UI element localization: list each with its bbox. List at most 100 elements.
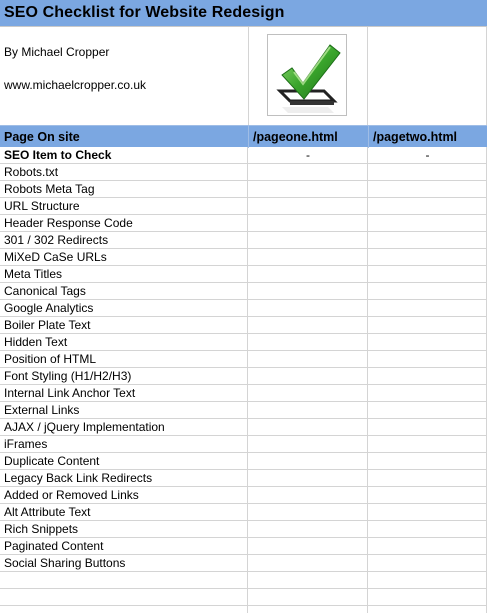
item-label-cell[interactable]: Header Response Code bbox=[0, 215, 248, 232]
pageone-cell[interactable] bbox=[248, 181, 368, 198]
header-page-on-site[interactable]: Page On site bbox=[0, 126, 248, 148]
item-label-cell[interactable]: Canonical Tags bbox=[0, 283, 248, 300]
table-row: Position of HTML bbox=[0, 351, 487, 368]
pageone-cell[interactable] bbox=[248, 215, 368, 232]
pagetwo-cell[interactable] bbox=[368, 453, 487, 470]
pagetwo-cell[interactable] bbox=[368, 589, 487, 606]
pageone-cell[interactable] bbox=[248, 402, 368, 419]
pagetwo-cell[interactable] bbox=[368, 436, 487, 453]
table-row: AJAX / jQuery Implementation bbox=[0, 419, 487, 436]
pagetwo-cell[interactable] bbox=[368, 164, 487, 181]
item-label-cell[interactable]: Robots.txt bbox=[0, 164, 248, 181]
pageone-cell[interactable] bbox=[248, 368, 368, 385]
pageone-cell[interactable] bbox=[248, 317, 368, 334]
pagetwo-cell[interactable] bbox=[368, 215, 487, 232]
item-label-cell[interactable] bbox=[0, 572, 248, 589]
pageone-cell[interactable] bbox=[248, 453, 368, 470]
item-label-cell[interactable]: iFrames bbox=[0, 436, 248, 453]
pageone-cell[interactable] bbox=[248, 283, 368, 300]
table-row: URL Structure bbox=[0, 198, 487, 215]
item-label-cell[interactable]: Internal Link Anchor Text bbox=[0, 385, 248, 402]
pagetwo-cell[interactable] bbox=[368, 487, 487, 504]
pagetwo-cell[interactable] bbox=[368, 283, 487, 300]
item-label-cell[interactable]: Alt Attribute Text bbox=[0, 504, 248, 521]
pageone-cell[interactable] bbox=[248, 538, 368, 555]
checkmark-logo[interactable] bbox=[267, 34, 347, 116]
item-label-cell[interactable]: URL Structure bbox=[0, 198, 248, 215]
pagetwo-cell[interactable] bbox=[368, 402, 487, 419]
pagetwo-cell[interactable] bbox=[368, 317, 487, 334]
pagetwo-cell[interactable] bbox=[368, 555, 487, 572]
pagetwo-cell[interactable] bbox=[368, 368, 487, 385]
pageone-cell[interactable] bbox=[248, 300, 368, 317]
pageone-cell[interactable] bbox=[248, 266, 368, 283]
pageone-cell[interactable] bbox=[248, 198, 368, 215]
pagetwo-cell[interactable] bbox=[368, 521, 487, 538]
pagetwo-cell[interactable] bbox=[368, 351, 487, 368]
pageone-cell[interactable] bbox=[248, 419, 368, 436]
pagetwo-cell[interactable] bbox=[368, 470, 487, 487]
item-label-cell[interactable]: AJAX / jQuery Implementation bbox=[0, 419, 248, 436]
table-row: Hidden Text bbox=[0, 334, 487, 351]
pageone-cell[interactable] bbox=[248, 351, 368, 368]
item-label-cell[interactable]: Google Analytics bbox=[0, 300, 248, 317]
item-label-cell[interactable]: Legacy Back Link Redirects bbox=[0, 470, 248, 487]
website-cell[interactable]: www.michaelcropper.co.uk bbox=[4, 78, 146, 92]
subheader-pageone[interactable]: - bbox=[248, 147, 368, 164]
item-label-cell[interactable]: Boiler Plate Text bbox=[0, 317, 248, 334]
table-row: Boiler Plate Text bbox=[0, 317, 487, 334]
item-label-cell[interactable]: Duplicate Content bbox=[0, 453, 248, 470]
pagetwo-cell[interactable] bbox=[368, 249, 487, 266]
subheader-label[interactable]: SEO Item to Check bbox=[0, 147, 248, 164]
item-label-cell[interactable] bbox=[0, 589, 248, 606]
header-pageone[interactable]: /pageone.html bbox=[248, 126, 368, 148]
pagetwo-cell[interactable] bbox=[368, 538, 487, 555]
item-label-cell[interactable]: MiXeD CaSe URLs bbox=[0, 249, 248, 266]
pagetwo-cell[interactable] bbox=[368, 300, 487, 317]
pagetwo-cell[interactable] bbox=[368, 385, 487, 402]
table-row: Legacy Back Link Redirects bbox=[0, 470, 487, 487]
pageone-cell[interactable] bbox=[248, 164, 368, 181]
author-cell[interactable]: By Michael Cropper bbox=[4, 45, 109, 59]
pageone-cell[interactable] bbox=[248, 436, 368, 453]
pageone-cell[interactable] bbox=[248, 232, 368, 249]
table-row: Robots.txt bbox=[0, 164, 487, 181]
pageone-cell[interactable] bbox=[248, 385, 368, 402]
pagetwo-cell[interactable] bbox=[368, 504, 487, 521]
pagetwo-cell[interactable] bbox=[368, 198, 487, 215]
pageone-cell[interactable] bbox=[248, 555, 368, 572]
item-label-cell[interactable]: Hidden Text bbox=[0, 334, 248, 351]
table-row: iFrames bbox=[0, 436, 487, 453]
pagetwo-cell[interactable] bbox=[368, 266, 487, 283]
table-row: Added or Removed Links bbox=[0, 487, 487, 504]
pagetwo-cell[interactable] bbox=[368, 334, 487, 351]
pagetwo-cell[interactable] bbox=[368, 181, 487, 198]
table-row: Social Sharing Buttons bbox=[0, 555, 487, 572]
pagetwo-cell[interactable] bbox=[368, 232, 487, 249]
pagetwo-cell[interactable] bbox=[368, 572, 487, 589]
sheet-title[interactable]: SEO Checklist for Website Redesign bbox=[4, 4, 285, 22]
pageone-cell[interactable] bbox=[248, 249, 368, 266]
item-label-cell[interactable]: Meta Titles bbox=[0, 266, 248, 283]
header-pagetwo[interactable]: /pagetwo.html bbox=[368, 126, 487, 148]
item-label-cell[interactable]: Added or Removed Links bbox=[0, 487, 248, 504]
pageone-cell[interactable] bbox=[248, 504, 368, 521]
item-label-cell[interactable]: External Links bbox=[0, 402, 248, 419]
item-label-cell[interactable]: Position of HTML bbox=[0, 351, 248, 368]
subheader-pagetwo[interactable]: - bbox=[368, 147, 487, 164]
pageone-cell[interactable] bbox=[248, 487, 368, 504]
item-label-cell[interactable]: Font Styling (H1/H2/H3) bbox=[0, 368, 248, 385]
item-label-cell[interactable]: 301 / 302 Redirects bbox=[0, 232, 248, 249]
pageone-cell[interactable] bbox=[248, 589, 368, 606]
item-label-cell[interactable]: Rich Snippets bbox=[0, 521, 248, 538]
item-label-cell[interactable]: Robots Meta Tag bbox=[0, 181, 248, 198]
grid-line bbox=[367, 147, 368, 613]
table-row: Alt Attribute Text bbox=[0, 504, 487, 521]
item-label-cell[interactable]: Social Sharing Buttons bbox=[0, 555, 248, 572]
pageone-cell[interactable] bbox=[248, 572, 368, 589]
item-label-cell[interactable]: Paginated Content bbox=[0, 538, 248, 555]
pagetwo-cell[interactable] bbox=[368, 419, 487, 436]
pageone-cell[interactable] bbox=[248, 334, 368, 351]
pageone-cell[interactable] bbox=[248, 470, 368, 487]
pageone-cell[interactable] bbox=[248, 521, 368, 538]
